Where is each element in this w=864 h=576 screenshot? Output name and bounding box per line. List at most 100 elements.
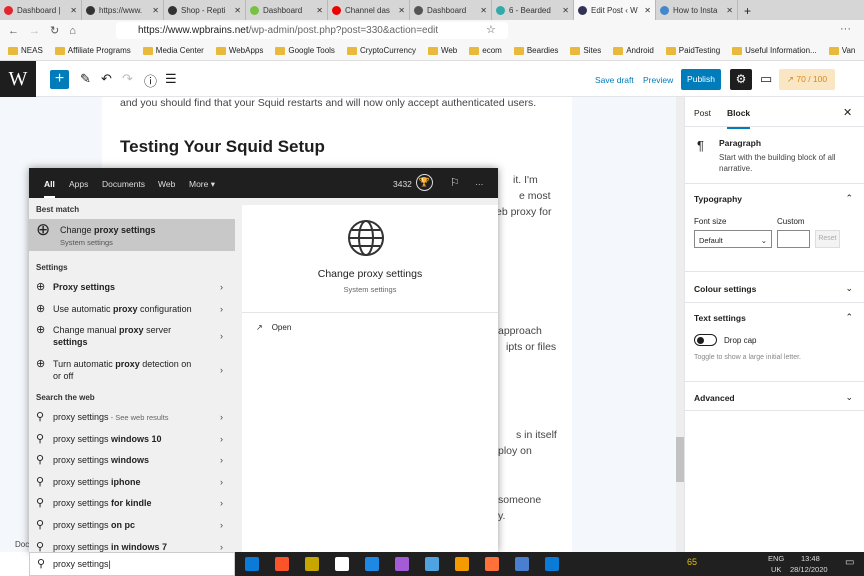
tab-post[interactable]: Post <box>694 108 711 118</box>
filter-more[interactable]: More ▾ <box>189 179 215 190</box>
taskbar-app-icon[interactable] <box>305 557 319 571</box>
settings-result[interactable]: ⊕ Change manual proxy server settings › <box>29 324 235 348</box>
chevron-right-icon[interactable]: › <box>220 411 223 423</box>
reset-button[interactable]: Reset <box>815 230 840 248</box>
drop-cap-toggle[interactable] <box>694 334 717 346</box>
new-tab-icon[interactable]: + <box>738 0 757 20</box>
paragraph-fragment[interactable]: someone <box>498 492 541 508</box>
taskbar-app-icon[interactable] <box>455 557 469 571</box>
list-view-icon[interactable]: ☰ <box>165 71 177 87</box>
forward-icon[interactable]: → <box>29 25 40 37</box>
taskbar-app-icon[interactable] <box>395 557 409 571</box>
browser-tab[interactable]: Dashboard | ✕ <box>0 0 82 20</box>
paragraph-fragment[interactable]: y. <box>498 508 505 524</box>
info-icon[interactable]: ⓘ <box>144 71 157 90</box>
seo-icon[interactable]: ▭ <box>760 71 772 87</box>
close-icon[interactable]: ✕ <box>843 106 852 119</box>
typography-toggle[interactable]: Typography <box>694 194 742 204</box>
publish-button[interactable]: Publish <box>681 69 721 90</box>
filter-web[interactable]: Web <box>158 179 175 189</box>
taskbar-app-icon[interactable] <box>275 557 289 571</box>
scrollbar[interactable] <box>676 97 684 552</box>
chevron-right-icon[interactable]: › <box>220 454 223 466</box>
tray-badge[interactable]: 65 <box>687 557 697 567</box>
feedback-icon[interactable]: ⚐ <box>450 176 460 189</box>
open-action[interactable]: ↗ Open <box>256 323 291 332</box>
add-block-button[interactable]: + <box>50 70 69 89</box>
chevron-right-icon[interactable]: › <box>220 364 223 376</box>
bookmark-folder[interactable]: Affiliate Programs <box>54 46 131 55</box>
web-result[interactable]: ⚲ proxy settings in windows 7 › <box>29 541 235 553</box>
notifications-icon[interactable]: ▭ <box>845 557 854 568</box>
browser-tab[interactable]: Edit Post ‹ W ✕ <box>574 0 656 20</box>
more-icon[interactable]: ··· <box>840 23 851 35</box>
bookmark-folder[interactable]: Web <box>427 46 457 55</box>
chevron-up-icon[interactable]: ⌃ <box>845 193 853 204</box>
bookmark-folder[interactable]: Media Center <box>142 46 204 55</box>
paragraph-fragment[interactable]: approach <box>498 323 542 339</box>
undo-icon[interactable]: ↶ <box>101 71 112 87</box>
browser-tab[interactable]: https://www. ✕ <box>82 0 164 20</box>
bookmark-folder[interactable]: Van <box>828 46 855 55</box>
filter-all[interactable]: All <box>44 179 55 198</box>
browser-tab[interactable]: Dashboard ✕ <box>246 0 328 20</box>
taskbar-app-icon[interactable] <box>335 557 349 571</box>
bookmark-folder[interactable]: Google Tools <box>275 46 335 55</box>
chevron-down-icon[interactable]: ⌄ <box>845 283 853 294</box>
paragraph-fragment[interactable]: e most <box>519 188 551 204</box>
colour-settings-toggle[interactable]: Colour settings <box>694 284 756 294</box>
taskbar-app-icon[interactable] <box>245 557 259 571</box>
back-icon[interactable]: ← <box>8 25 19 37</box>
chevron-right-icon[interactable]: › <box>220 433 223 445</box>
status-breadcrumb[interactable]: Doc <box>15 540 29 549</box>
paragraph-fragment[interactable]: ipts or files <box>506 339 556 355</box>
scrollbar-thumb[interactable] <box>676 437 684 482</box>
edit-tool-icon[interactable]: ✎ <box>80 71 91 87</box>
tab-close-icon[interactable]: ✕ <box>644 6 651 15</box>
settings-result[interactable]: ⊕ Use automatic proxy configuration › <box>29 303 235 315</box>
taskbar-app-icon[interactable] <box>425 557 439 571</box>
chevron-right-icon[interactable]: › <box>220 330 223 342</box>
wordpress-logo[interactable]: W <box>0 61 36 97</box>
paragraph-fragment[interactable]: s in itself <box>516 427 557 443</box>
bookmark-folder[interactable]: Android <box>613 46 654 55</box>
chevron-right-icon[interactable]: › <box>220 281 223 293</box>
chevron-right-icon[interactable]: › <box>220 519 223 531</box>
bookmark-folder[interactable]: CryptoCurrency <box>346 46 416 55</box>
search-input[interactable]: ⚲ proxy settings| <box>29 552 235 576</box>
bookmark-folder[interactable]: Useful Information... <box>732 46 817 55</box>
seo-score-badge[interactable]: ↗ 70 / 100 <box>779 69 835 90</box>
settings-result[interactable]: ⊕ Proxy settings › <box>29 281 235 293</box>
web-result[interactable]: ⚲ proxy settings for kindle › <box>29 497 235 509</box>
tab-close-icon[interactable]: ✕ <box>152 6 159 15</box>
chevron-right-icon[interactable]: › <box>220 476 223 488</box>
tab-close-icon[interactable]: ✕ <box>480 6 487 15</box>
settings-result[interactable]: ⊕ Turn automatic proxy detection on or off… <box>29 358 235 382</box>
web-result[interactable]: ⚲ proxy settings on pc › <box>29 519 235 531</box>
bookmark-folder[interactable]: PaidTesting <box>665 46 720 55</box>
tab-close-icon[interactable]: ✕ <box>398 6 405 15</box>
tab-close-icon[interactable]: ✕ <box>234 6 241 15</box>
taskbar-app-icon[interactable] <box>485 557 499 571</box>
bookmark-folder[interactable]: Beardies <box>513 46 558 55</box>
taskbar-app-icon[interactable] <box>545 557 559 571</box>
browser-tab[interactable]: Dashboard ✕ <box>410 0 492 20</box>
region-indicator[interactable]: UK <box>771 565 781 574</box>
filter-apps[interactable]: Apps <box>69 179 88 189</box>
paragraph-fragment[interactable]: ploy on <box>498 443 532 459</box>
trophy-icon[interactable]: 🏆 <box>416 174 433 191</box>
redo-icon[interactable]: ↷ <box>122 71 133 87</box>
address-bar[interactable]: https://www.wpbrains.net/wp-admin/post.p… <box>116 22 508 39</box>
chevron-right-icon[interactable]: › <box>220 541 223 553</box>
tab-close-icon[interactable]: ✕ <box>562 6 569 15</box>
clock-time[interactable]: 13:48 <box>801 554 820 563</box>
tab-close-icon[interactable]: ✕ <box>70 6 77 15</box>
web-result[interactable]: ⚲ proxy settings - See web results › <box>29 411 235 424</box>
advanced-toggle[interactable]: Advanced <box>694 393 735 403</box>
font-size-select[interactable]: Default ⌄ <box>694 230 772 248</box>
text-settings-toggle[interactable]: Text settings <box>694 313 746 323</box>
chevron-up-icon[interactable]: ⌃ <box>845 312 853 323</box>
bookmark-folder[interactable]: WebApps <box>215 46 263 55</box>
custom-font-size-input[interactable] <box>777 230 810 248</box>
heading-block[interactable]: Testing Your Squid Setup <box>120 137 325 157</box>
